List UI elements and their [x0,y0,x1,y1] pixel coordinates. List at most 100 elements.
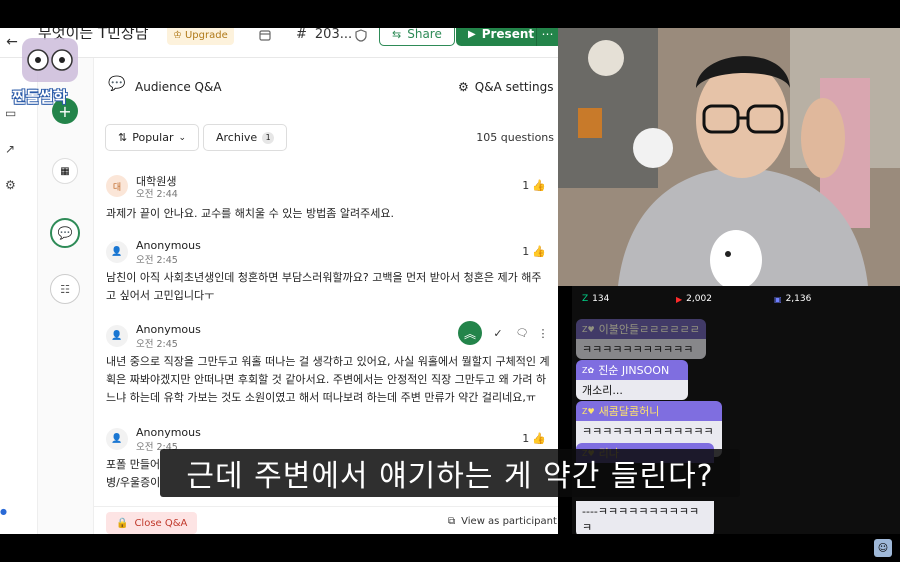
channel-mascot-icon: ☺ [874,539,892,557]
question-count: 105 questions [476,131,554,144]
present-label: Present [481,28,535,41]
participant-view-icon: ⧉ [448,516,456,527]
upgrade-button[interactable]: ♔ Upgrade [167,28,234,45]
avatar: 👤 [106,325,128,347]
avatar: 👤 [106,241,128,263]
upgrade-label: Upgrade [184,29,228,41]
webcam-feed [558,28,900,286]
sort-icon: ⇅ [118,131,128,144]
chat-username-row: Z♥ 새콤달콤허니 [576,401,722,421]
chevron-down-icon: ⌄ [178,132,187,143]
question-text: 남친이 아직 사회초년생인데 청혼하면 부담스러워할까요? 고백을 먼저 받아서… [106,271,542,302]
notes-panel-toggle[interactable]: ☷ [50,274,80,304]
question-actions: ︽ ✓ 🗨 ⋮ [458,321,549,345]
chzzk-icon: Z [582,294,589,304]
user-icon: 👤 [111,331,123,341]
reply-comment-icon[interactable]: 🗨 [514,325,530,341]
timestamp: 오전 2:44 [136,189,178,200]
thumbs-up-icon: 👍 [532,432,546,445]
thumbs-up-icon: 👍 [532,245,546,258]
code-value: 203... [314,28,353,42]
more-options-button[interactable]: ⋯ [536,28,558,46]
chat-text: ----ㅋㅋㅋㅋㅋㅋㅋㅋㅋㅋㅋ [576,501,714,537]
qa-settings-label: Q&A settings [474,80,554,94]
total-viewers-icon: ▣ [774,294,782,304]
mark-answered-check-icon[interactable]: ✓ [490,325,506,341]
like-button[interactable]: 1 👍 [522,179,546,192]
question-sidebar: + ▦ 💬 ☷ [38,58,94,534]
present-icon: ▶ [468,28,476,40]
question-card: 👤 Anonymous 오전 2:45 1 👍 남친이 아직 사회초년생인데 청… [106,239,546,321]
like-button[interactable]: 1 👍 [522,245,546,258]
chat-bubble-icon: 💬 [57,226,73,240]
more-vertical-icon[interactable]: ⋮ [538,325,549,341]
panel-title: Audience Q&A [135,80,222,94]
left-rail: ▭ ↗ ⚙ ● ? [0,58,38,534]
screen-root: { "topbar": { "title": "무엇이든 T민상담", "upg… [0,0,900,562]
badge-icon: Z✿ [582,365,595,375]
viewer-stat-3: ▣ 2,136 [774,294,811,304]
timestamp: 오전 2:45 [136,255,178,266]
share-button[interactable]: ⇆ Share [379,28,455,46]
footer-divider [94,506,558,507]
question-text: 내년 중으로 직장을 그만두고 워홀 떠나는 걸 생각하고 있어요, 사실 워홀… [106,355,550,404]
archive-count-badge: 1 [262,131,275,144]
stat-value-3: 2,136 [785,294,812,304]
gear-icon: ⚙ [458,80,469,94]
code-hash: # [296,28,307,42]
video-subtitle: 근데 주변에서 얘기하는 게 약간 들린다? [160,449,740,497]
view-as-participant-button[interactable]: ⧉ View as participant [448,516,557,527]
qa-panel-toggle[interactable]: 💬 [50,218,80,248]
author-name: Anonymous [136,323,201,336]
avatar: 👤 [106,428,128,450]
analytics-icon[interactable]: ↗ [5,142,15,156]
question-text: 과제가 끝이 안나요. 교수를 해치울 수 있는 방법좀 알려주세요. [106,207,394,220]
archive-label: Archive [216,131,258,144]
author-name: Anonymous [136,426,201,439]
chat-username: 새콤달콤허니 [598,405,660,418]
crown-icon: ♔ [173,29,182,41]
user-icon: 👤 [111,434,123,444]
shield-icon[interactable] [354,28,368,42]
archive-button[interactable]: Archive 1 [203,124,288,151]
chat-message: Z✿ 진순 JINSOON 개소리... [576,360,688,400]
apps-icon[interactable]: ▦ [52,158,78,184]
checklist-icon: ☷ [60,282,70,296]
streamer-video-frame [558,28,900,286]
settings-gear-icon[interactable]: ⚙ [5,178,16,192]
audience-qa-icon: 💬 [108,76,126,92]
lock-icon: 🔒 [116,517,129,529]
sort-dropdown[interactable]: ⇅ Popular ⌄ [105,124,200,151]
badge-icon: Z♥ [582,406,595,416]
youtube-icon: ▶ [676,294,683,304]
join-code[interactable]: # 203... [296,28,352,42]
channel-logo: 찐돌썰학 [8,32,88,110]
chat-text: ㅋㅋㅋㅋㅋㅋㅋㅋㅋㅋㅋ [576,339,706,359]
viewer-stat-1: Z 134 [582,294,609,304]
chat-username: 이불안들ㄹㄹㄹㄹㄹㄹ [598,323,700,336]
qa-settings-button[interactable]: ⚙ Q&A settings [458,80,553,94]
like-button[interactable]: 1 👍 [522,432,546,445]
highlight-button[interactable]: ︽ [458,321,482,345]
logo-text: 찐돌썰학 [12,88,68,106]
share-icon: ⇆ [392,28,402,41]
chat-username: 진순 JINSOON [598,364,670,377]
close-qa-label: Close Q&A [134,517,188,529]
viewer-stat-2: ▶ 2,002 [676,294,712,304]
like-count: 1 [522,179,530,192]
avatar: 대 [106,175,128,197]
location-dot-icon: ● [0,507,7,516]
user-icon: 👤 [111,247,123,257]
calendar-icon[interactable] [258,28,272,42]
like-count: 1 [522,245,530,258]
question-card: 👤 Anonymous 오전 2:45 ︽ ✓ 🗨 ⋮ 내년 중으로 직장을 그… [106,321,550,415]
video-bottom-bar: ☺ [0,534,900,562]
chat-username-row: Z♥ 이불안들ㄹㄹㄹㄹㄹㄹ [576,319,706,339]
share-label: Share [407,28,442,41]
chat-message: Z♥ 이불안들ㄹㄹㄹㄹㄹㄹ ㅋㅋㅋㅋㅋㅋㅋㅋㅋㅋㅋ [576,319,706,359]
double-chevron-up-icon: ︽ [463,326,476,341]
present-button[interactable]: ▶ Present [456,28,547,46]
close-qa-button[interactable]: 🔒 Close Q&A [106,512,198,534]
author-name: Anonymous [136,239,201,252]
stat-value-2: 2,002 [686,294,712,304]
